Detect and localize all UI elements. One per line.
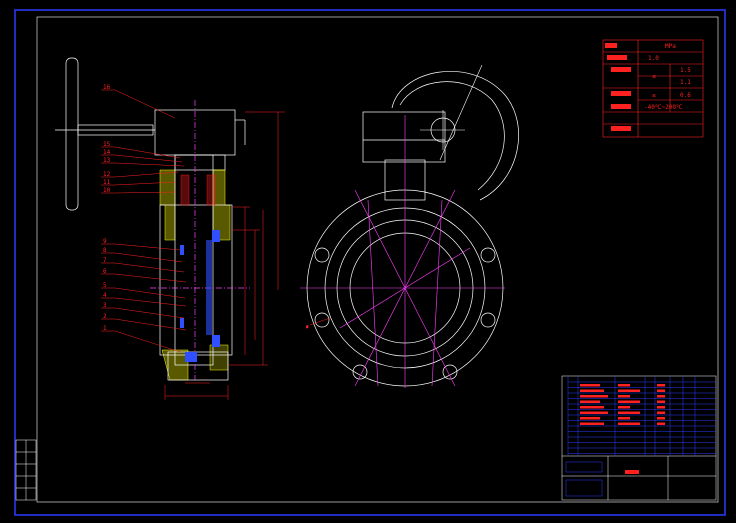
part-label: 9 bbox=[103, 238, 107, 245]
part-label: 6 bbox=[103, 268, 107, 275]
front-view: ø bbox=[300, 64, 519, 388]
part-label: 10 bbox=[103, 187, 111, 194]
inner-border bbox=[36, 16, 719, 503]
part-label: 8 bbox=[103, 247, 107, 254]
part-label: 16 bbox=[103, 84, 111, 91]
svg-text:ø: ø bbox=[306, 324, 309, 329]
title-block-text-mark bbox=[580, 400, 600, 403]
seat-detail bbox=[180, 230, 220, 362]
part-leader-line bbox=[114, 318, 187, 331]
part-leader-line bbox=[114, 273, 187, 283]
spec-value-3: 1.1 bbox=[680, 79, 691, 86]
title-block bbox=[561, 375, 717, 501]
title-block-text-mark bbox=[580, 417, 600, 420]
section-view bbox=[55, 57, 250, 381]
spec-value-5: -40℃~200℃ bbox=[644, 104, 683, 111]
spec-value-2: 1.5 bbox=[680, 67, 691, 74]
part-leader-line bbox=[114, 154, 183, 163]
title-block-text-mark bbox=[657, 395, 665, 398]
title-block-text-mark bbox=[618, 411, 640, 414]
stem-hatch bbox=[180, 174, 216, 206]
spec-table: MPa 1.0 ≤ 1.5 1.1 ≤ 0.6 -40℃~200℃ bbox=[602, 39, 704, 138]
title-block-text-mark bbox=[657, 422, 665, 425]
title-block-text-mark bbox=[580, 389, 604, 392]
title-block-text-mark bbox=[580, 411, 608, 414]
part-leader-line bbox=[114, 252, 183, 263]
front-body bbox=[306, 71, 519, 387]
spec-value-4: 0.6 bbox=[680, 92, 691, 99]
part-labels: 16 151413 121110 9 8 7 6 5 4 3 2 1 bbox=[103, 84, 111, 332]
spec-value-1: 1.0 bbox=[648, 55, 659, 62]
gearbox bbox=[154, 109, 246, 171]
part-label: 4 bbox=[103, 292, 107, 299]
part-leader-line bbox=[114, 330, 181, 353]
part-label: 3 bbox=[103, 302, 107, 309]
part-label: 7 bbox=[103, 257, 107, 264]
part-leader-line bbox=[114, 146, 181, 159]
title-block-text-mark bbox=[580, 406, 604, 409]
part-label: 1 bbox=[103, 325, 107, 332]
part-label: 14 bbox=[103, 149, 111, 156]
title-block-text-mark bbox=[618, 406, 630, 409]
title-block-text-mark bbox=[580, 395, 608, 398]
front-centerlines bbox=[300, 64, 505, 388]
title-block-text-mark bbox=[618, 384, 630, 387]
part-label: 15 bbox=[103, 141, 111, 148]
spec-unit: MPa bbox=[665, 43, 676, 50]
outer-border bbox=[14, 9, 726, 516]
front-dim: ø bbox=[306, 317, 331, 329]
part-label: 13 bbox=[103, 157, 111, 164]
part-leader-line bbox=[114, 297, 187, 307]
part-label: 5 bbox=[103, 282, 107, 289]
spec-symbol-1: ≤ bbox=[652, 73, 656, 80]
title-block-text-mark bbox=[580, 384, 600, 387]
title-block-text-mark bbox=[657, 384, 665, 387]
title-block-text-mark bbox=[618, 417, 630, 420]
part-leader-line bbox=[114, 307, 185, 319]
title-block-text-mark bbox=[657, 411, 665, 414]
title-block-text-mark bbox=[580, 422, 604, 425]
part-leader-line bbox=[114, 162, 185, 167]
title-block-text-mark bbox=[657, 400, 665, 403]
part-label: 12 bbox=[103, 171, 111, 178]
binding-strip bbox=[15, 439, 37, 501]
title-block-text-mark bbox=[657, 389, 665, 392]
title-block-text-mark bbox=[618, 395, 630, 398]
part-label: 2 bbox=[103, 313, 107, 320]
title-block-text-mark bbox=[618, 389, 640, 392]
title-block-text-mark bbox=[618, 400, 640, 403]
title-block-text-mark bbox=[657, 417, 665, 420]
title-block-text-mark bbox=[657, 406, 665, 409]
cad-drawing: 16 151413 121110 9 8 7 6 5 4 3 2 1 ø MPa 1.0 ≤ 1.5 … bbox=[14, 9, 726, 516]
part-label: 11 bbox=[103, 179, 111, 186]
part-leader-line bbox=[114, 89, 176, 119]
title-block-text-mark bbox=[618, 422, 640, 425]
part-leader-line bbox=[114, 262, 185, 273]
part-leader-line bbox=[114, 243, 181, 251]
spec-symbol-2: ≤ bbox=[652, 92, 656, 99]
part-leader-line bbox=[114, 287, 186, 299]
